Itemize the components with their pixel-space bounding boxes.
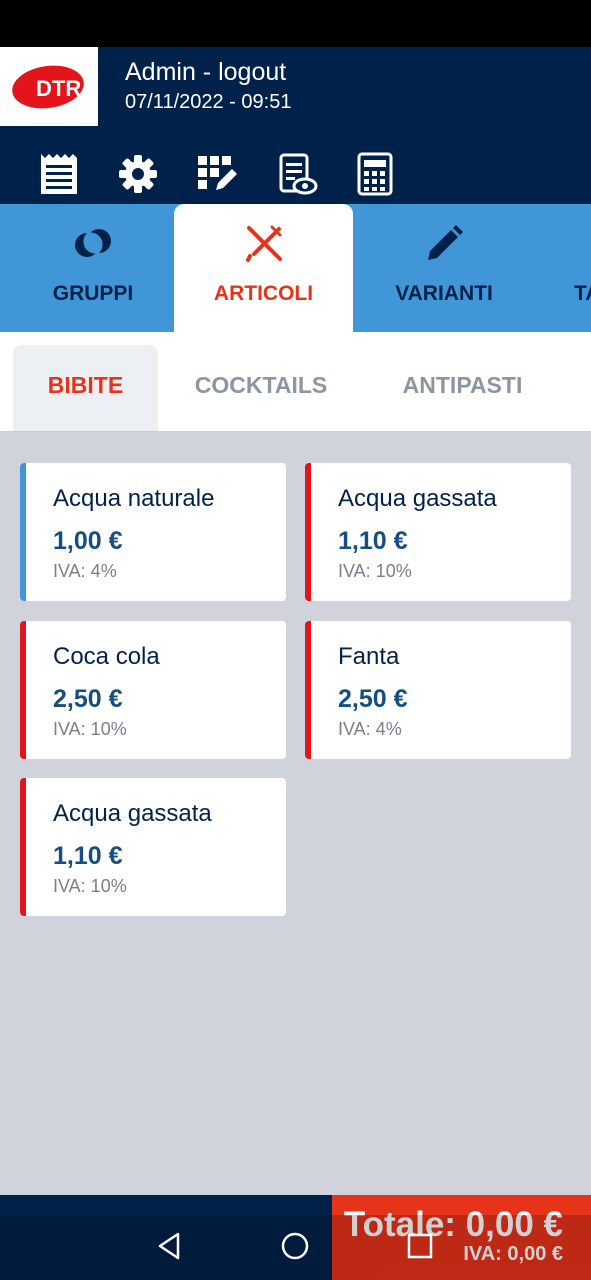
item-vat: IVA: 10% (53, 719, 127, 739)
fork-knife-icon (245, 225, 282, 262)
item-vat: IVA: 10% (53, 876, 127, 896)
item-card[interactable]: Acqua naturale 1,00 € IVA: 4% (20, 463, 286, 601)
status-bar (0, 0, 591, 47)
item-name: Acqua gassata (53, 800, 212, 827)
app-header: DTR Admin - logout 07/11/2022 - 09:51 (0, 47, 591, 204)
tab-label: ARTICOLI (213, 282, 314, 305)
groups-icon (75, 229, 111, 257)
user-logout-link[interactable]: Admin - logout (125, 58, 286, 87)
item-vat: IVA: 4% (53, 561, 117, 581)
item-color-bar (20, 621, 26, 759)
tab-label: VARIANTI (395, 282, 493, 305)
item-color-bar (20, 463, 26, 601)
item-price: 1,10 € (338, 527, 408, 555)
item-card[interactable]: Acqua gassata 1,10 € IVA: 10% (20, 778, 286, 916)
recents-icon[interactable] (404, 1230, 436, 1262)
item-card[interactable]: Coca cola 2,50 € IVA: 10% (20, 621, 286, 759)
item-name: Fanta (338, 643, 400, 670)
item-vat: IVA: 4% (338, 719, 402, 739)
receipt-icon[interactable] (37, 152, 81, 196)
document-view-icon[interactable] (275, 152, 319, 196)
item-price: 2,50 € (53, 685, 123, 713)
tab-partial[interactable]: TA (574, 204, 591, 332)
item-name: Acqua naturale (53, 485, 215, 512)
grid-edit-icon[interactable] (196, 152, 240, 196)
section-tabs: GRUPPI ARTICOLI VARIANTI TA (0, 204, 591, 332)
category-antipasti[interactable]: ANTIPASTI (385, 345, 540, 431)
item-color-bar (20, 778, 26, 916)
item-card[interactable]: Fanta 2,50 € IVA: 4% (305, 621, 571, 759)
pencil-icon (428, 225, 463, 260)
tab-varianti[interactable]: VARIANTI (354, 204, 534, 332)
category-tabs: BIBITE COCKTAILS ANTIPASTI (0, 332, 591, 432)
item-color-bar (305, 463, 311, 601)
category-bibite[interactable]: BIBITE (13, 345, 158, 431)
item-price: 1,10 € (53, 842, 123, 870)
item-name: Coca cola (53, 643, 160, 670)
item-price: 1,00 € (53, 527, 123, 555)
home-icon[interactable] (279, 1230, 311, 1262)
datetime: 07/11/2022 - 09:51 (125, 91, 292, 113)
tab-articoli[interactable]: ARTICOLI (174, 204, 353, 332)
item-vat: IVA: 10% (338, 561, 412, 581)
item-price: 2,50 € (338, 685, 408, 713)
item-card[interactable]: Acqua gassata 1,10 € IVA: 10% (305, 463, 571, 601)
item-color-bar (305, 621, 311, 759)
calculator-icon[interactable] (353, 152, 397, 196)
tab-label: TA (574, 282, 591, 305)
tab-gruppi[interactable]: GRUPPI (3, 204, 183, 332)
gear-icon[interactable] (116, 152, 160, 196)
svg-text:DTR: DTR (36, 76, 81, 101)
category-cocktails[interactable]: COCKTAILS (180, 345, 342, 431)
item-name: Acqua gassata (338, 485, 497, 512)
logo: DTR (0, 47, 98, 126)
tab-label: GRUPPI (52, 282, 134, 305)
back-icon[interactable] (154, 1230, 186, 1262)
